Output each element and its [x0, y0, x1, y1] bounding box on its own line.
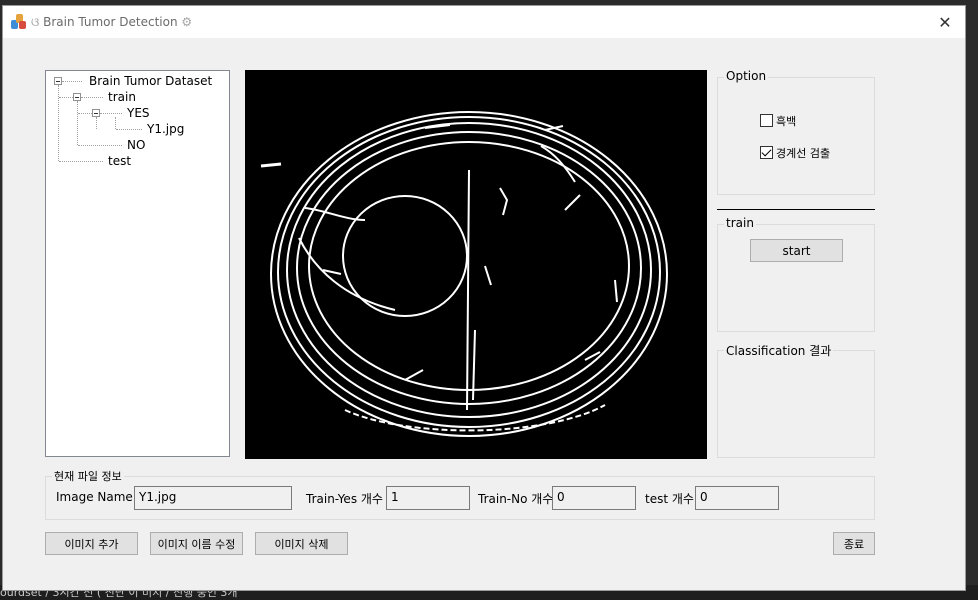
- option-group-title: Option: [724, 69, 769, 83]
- tree-node-root[interactable]: Brain Tumor Dataset: [89, 74, 212, 88]
- tree-connector: [78, 145, 122, 146]
- grayscale-checkbox[interactable]: [760, 114, 773, 127]
- delete-image-button[interactable]: 이미지 삭제: [255, 532, 348, 555]
- edge-detection-label: 경계선 검출: [776, 147, 831, 160]
- brain-icon: ଓ: [31, 15, 40, 29]
- start-button[interactable]: start: [750, 239, 843, 262]
- edge-detail: [404, 369, 424, 381]
- close-icon: ✕: [938, 12, 952, 32]
- tree-connector: [59, 97, 73, 98]
- edge-detail: [564, 194, 581, 211]
- edge-detail: [499, 187, 509, 216]
- right-panel-separator: [717, 209, 875, 210]
- start-button-label: start: [782, 243, 811, 258]
- file-info-group: 현재 파일 정보 Image Name Y1.jpg Train-Yes 개수 …: [45, 468, 875, 520]
- edge-detail: [466, 169, 470, 411]
- image-preview: [245, 70, 707, 459]
- option-group: Option 흑백 경계선 검출: [717, 69, 875, 195]
- train-yes-count-field[interactable]: 1: [386, 486, 470, 510]
- tree-connector: [77, 101, 78, 145]
- add-image-button-label: 이미지 추가: [64, 537, 119, 551]
- app-icon: [11, 14, 27, 30]
- image-name-label: Image Name: [56, 490, 133, 504]
- edge-detail: [260, 162, 282, 168]
- train-yes-count-label: Train-Yes 개수: [306, 492, 383, 506]
- edge-detection-checkbox[interactable]: [760, 146, 773, 159]
- delete-image-button-label: 이미지 삭제: [274, 537, 329, 551]
- exit-button-label: 종료: [843, 537, 865, 551]
- tree-connector: [78, 113, 92, 114]
- edge-detected-brain-image: [260, 111, 668, 437]
- edge-detail: [614, 279, 618, 303]
- tree-connector: [116, 129, 142, 130]
- train-group-title: train: [724, 216, 756, 230]
- close-button[interactable]: ✕: [925, 6, 965, 38]
- exit-button[interactable]: 종료: [833, 532, 875, 555]
- image-name-field[interactable]: Y1.jpg: [134, 486, 292, 510]
- classification-group: Classification 결과: [717, 342, 875, 458]
- window-title-text: Brain Tumor Detection: [43, 15, 178, 29]
- tree-connector: [100, 113, 122, 114]
- tree-connector: [81, 97, 103, 98]
- puzzle-icon: ⚙: [181, 15, 193, 29]
- tree-node-yes[interactable]: YES: [127, 106, 150, 120]
- rename-image-button[interactable]: 이미지 이름 수정: [150, 532, 243, 555]
- tree-connector: [59, 161, 103, 162]
- train-no-count-label: Train-No 개수: [478, 492, 554, 506]
- classification-group-title: Classification 결과: [724, 342, 834, 359]
- test-count-label: test 개수: [645, 492, 694, 506]
- tree-connector: [96, 117, 97, 129]
- tree-node-train[interactable]: train: [108, 90, 136, 104]
- train-group: train start: [717, 216, 875, 332]
- rename-image-button-label: 이미지 이름 수정: [157, 537, 236, 551]
- tree-node-test[interactable]: test: [108, 154, 131, 168]
- edge-detail: [484, 265, 492, 286]
- dataset-tree-view[interactable]: Brain Tumor Dataset train YES Y1.jpg NO …: [45, 70, 230, 457]
- tree-connector: [62, 81, 82, 82]
- train-no-count-field[interactable]: 0: [552, 486, 636, 510]
- edge-detail: [298, 237, 396, 311]
- tree-expander-root[interactable]: [54, 77, 62, 85]
- file-info-group-title: 현재 파일 정보: [52, 468, 124, 484]
- tree-node-file[interactable]: Y1.jpg: [147, 122, 184, 136]
- grayscale-label: 흑백: [776, 115, 797, 128]
- tree-expander-train[interactable]: [73, 93, 81, 101]
- main-window: ଓ Brain Tumor Detection ⚙ ✕ Brain Tumor …: [2, 5, 966, 591]
- tree-expander-yes[interactable]: [92, 109, 100, 117]
- test-count-field[interactable]: 0: [695, 486, 779, 510]
- add-image-button[interactable]: 이미지 추가: [45, 532, 138, 555]
- title-bar[interactable]: ଓ Brain Tumor Detection ⚙ ✕: [3, 6, 965, 38]
- window-title: ଓ Brain Tumor Detection ⚙: [31, 15, 192, 30]
- tree-connector: [115, 117, 116, 129]
- tree-node-no[interactable]: NO: [127, 138, 145, 152]
